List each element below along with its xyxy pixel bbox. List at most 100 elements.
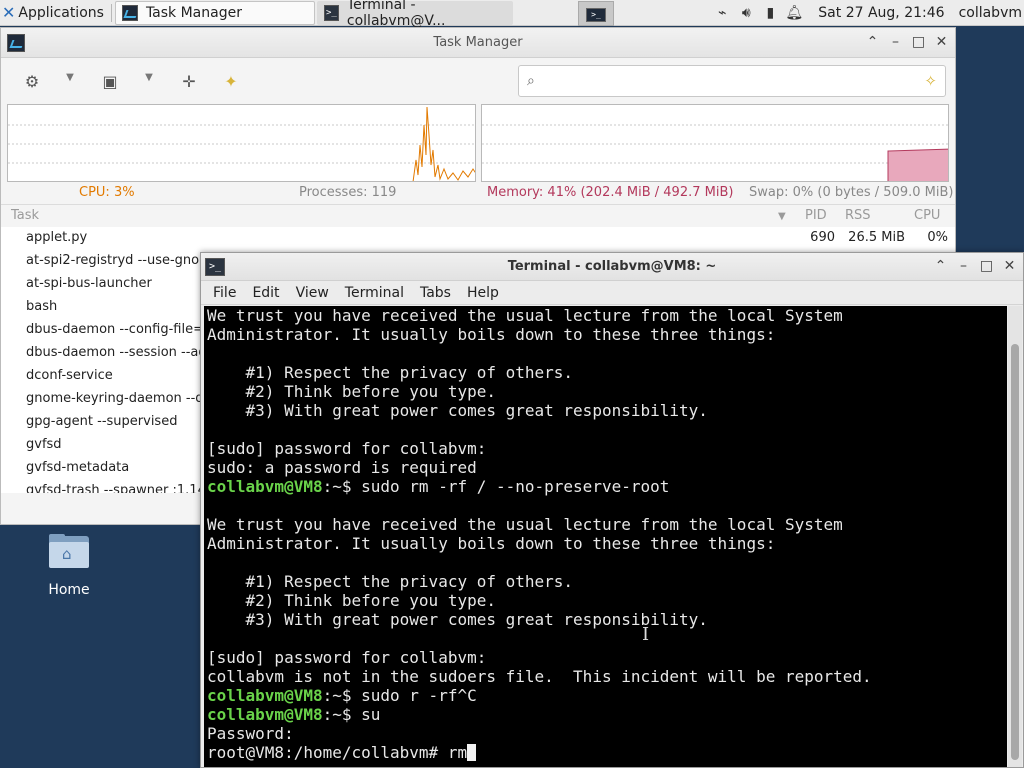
terminal-output[interactable]: We trust you have received the usual lec… (204, 306, 1007, 767)
top-panel: ✕ Applications Task Manager >_ Terminal … (0, 0, 1024, 29)
terminal-text: [sudo] password for collabvm: (207, 648, 487, 667)
user-menu[interactable]: collabvm (959, 5, 1022, 21)
cpu-usage-label: CPU: 3% (79, 185, 135, 200)
process-name: applet.py (26, 230, 88, 245)
process-name: dconf-service (26, 368, 113, 383)
memory-graph-svg (482, 124, 948, 181)
terminal-text: :~$ su (322, 705, 381, 724)
taskbar-terminal[interactable]: >_ Terminal - collabvm@V... (316, 0, 513, 29)
process-filter-input[interactable] (549, 70, 909, 92)
window-title: Task Manager (433, 35, 523, 50)
terminal-text: #3) With great power comes great respons… (207, 610, 708, 629)
menu-edit[interactable]: Edit (244, 285, 287, 301)
terminal-line: sudo: a password is required (207, 458, 1007, 477)
panel-separator (110, 3, 112, 22)
window-up-icon[interactable]: ⌃ (861, 34, 884, 50)
cpu-usage-graph (7, 104, 476, 182)
memory-usage-label: Memory: 41% (202.4 MiB / 492.7 MiB) (487, 185, 734, 200)
terminal-line: #1) Respect the privacy of others. (207, 572, 1007, 591)
window-controls: ⌃ – □ ✕ (861, 34, 953, 50)
task-manager-titlebar[interactable]: Task Manager ⌃ – □ ✕ (1, 28, 955, 58)
crosshair-icon[interactable]: ✛ (178, 72, 200, 94)
settings-gears-icon[interactable]: ⚙ (21, 72, 43, 94)
menu-terminal[interactable]: Terminal (337, 285, 412, 301)
terminal-line: #3) With great power comes great respons… (207, 610, 1007, 629)
terminal-text: :~$ sudo r -rf^C (322, 686, 477, 705)
process-row[interactable]: applet.py 690 26.5 MiB 0% (1, 227, 955, 250)
house-icon: ⌂ (62, 545, 72, 563)
column-header-rss[interactable]: RSS (845, 208, 871, 223)
sort-arrow-icon[interactable]: ▼ (778, 211, 786, 222)
close-button[interactable]: ✕ (930, 34, 953, 50)
task-manager-window-icon[interactable] (7, 33, 25, 52)
process-name: gvfsd-metadata (26, 460, 130, 475)
menu-tabs[interactable]: Tabs (412, 285, 459, 301)
terminal-line: Administrator. It usually boils down to … (207, 534, 1007, 553)
terminal-line: Administrator. It usually boils down to … (207, 325, 1007, 344)
terminal-text: #1) Respect the privacy of others. (207, 572, 574, 591)
highlight-star-icon[interactable]: ✦ (220, 72, 242, 94)
terminal-icon: >_ (323, 4, 339, 21)
view-icon[interactable]: ▣ (99, 72, 121, 94)
desktop-icon-label: Home (48, 582, 90, 598)
clear-filter-icon[interactable]: ✧ (924, 72, 937, 90)
taskbar-task-label: Task Manager (145, 4, 242, 21)
memory-usage-graph (481, 104, 949, 182)
terminal-text: Password: (207, 724, 294, 743)
prompt-user-host: collabvm@VM8 (207, 477, 323, 496)
text-cursor-ibeam-icon: I (642, 624, 650, 645)
volume-icon[interactable]: 🔊︎ (734, 5, 758, 21)
menu-view[interactable]: View (288, 285, 337, 301)
terminal-window-icon[interactable]: >_ (205, 257, 225, 276)
terminal-window: >_ Terminal - collabvm@VM8: ~ ⌃ – □ ✕ Fi… (200, 252, 1024, 768)
window-up-icon[interactable]: ⌃ (929, 258, 952, 274)
task-manager-icon (121, 4, 138, 21)
task-manager-toolbar: ⚙ ▼ ▣ ▼ ✛ ✦ ⌕ ✧ (1, 58, 955, 106)
column-header-pid[interactable]: PID (805, 208, 827, 223)
workspace-window-thumbnail: >_ (586, 8, 606, 22)
maximize-button[interactable]: □ (907, 34, 930, 50)
terminal-line: collabvm@VM8:~$ su (207, 705, 1007, 724)
terminal-text: #2) Think before you type. (207, 591, 496, 610)
terminal-line: #3) With great power comes great respons… (207, 401, 1007, 420)
scrollbar-thumb[interactable] (1011, 344, 1019, 760)
terminal-text: sudo: a password is required (207, 458, 477, 477)
process-name: gvfsd (26, 437, 62, 452)
settings-dropdown-arrow[interactable]: ▼ (63, 72, 77, 94)
taskbar-task-manager[interactable]: Task Manager (114, 0, 315, 25)
notifications-bell-icon[interactable]: 🔔︎ (782, 5, 806, 21)
minimize-button[interactable]: – (952, 258, 975, 274)
network-icon[interactable]: ⌁ (710, 5, 734, 21)
process-name: gpg-agent --supervised (26, 414, 178, 429)
prompt-user-host: collabvm@VM8 (207, 705, 323, 724)
terminal-text: We trust you have received the usual lec… (207, 515, 843, 534)
process-filter-field[interactable]: ⌕ ✧ (518, 65, 946, 97)
workspace-switcher[interactable]: >_ (578, 1, 614, 26)
terminal-line: #2) Think before you type. (207, 382, 1007, 401)
menu-help[interactable]: Help (459, 285, 507, 301)
minimize-button[interactable]: – (884, 34, 907, 50)
close-button[interactable]: ✕ (998, 258, 1021, 274)
terminal-line: [sudo] password for collabvm: (207, 648, 1007, 667)
terminal-menubar: File Edit View Terminal Tabs Help (201, 281, 1023, 305)
battery-icon[interactable]: ▮ (758, 5, 782, 21)
terminal-titlebar[interactable]: >_ Terminal - collabvm@VM8: ~ ⌃ – □ ✕ (201, 253, 1023, 281)
process-rss: 26.5 MiB (848, 230, 905, 245)
terminal-line: collabvm is not in the sudoers file. Thi… (207, 667, 1007, 686)
terminal-line: root@VM8:/home/collabvm# rm (207, 743, 1007, 762)
desktop-home-icon[interactable]: ⌂ Home (36, 534, 102, 598)
terminal-line: We trust you have received the usual lec… (207, 306, 1007, 325)
menu-file[interactable]: File (205, 285, 244, 301)
clock[interactable]: Sat 27 Aug, 21:46 (818, 5, 944, 21)
terminal-scrollbar[interactable] (1008, 306, 1022, 767)
view-dropdown-arrow[interactable]: ▼ (142, 72, 156, 94)
column-header-task[interactable]: Task (11, 208, 39, 223)
process-name: gvfsd-trash --spawner :1.14 (26, 483, 206, 493)
terminal-text: root@VM8:/home/collabvm# rm (207, 743, 468, 762)
applications-menu-button[interactable]: ✕ Applications (0, 0, 108, 26)
maximize-button[interactable]: □ (975, 258, 998, 274)
column-header-cpu[interactable]: CPU (914, 208, 940, 223)
